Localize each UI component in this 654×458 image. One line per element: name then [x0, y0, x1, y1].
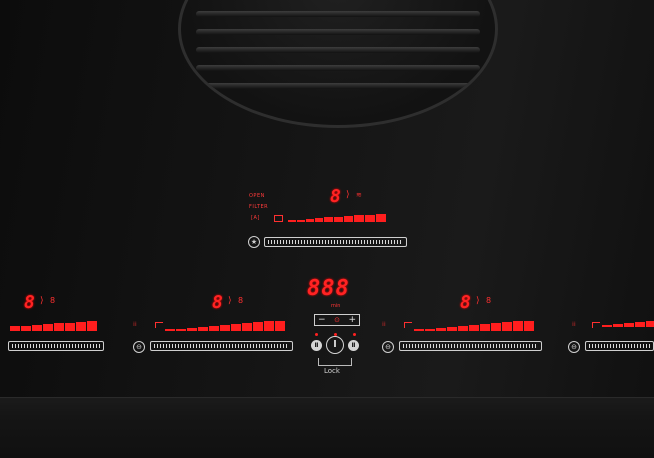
zone-right-bars [414, 321, 535, 331]
zone-left-slider[interactable] [150, 341, 293, 351]
zone-far-left-slider[interactable] [8, 341, 104, 351]
timer-plus-button[interactable]: + [348, 315, 356, 325]
hood-slider[interactable] [264, 237, 407, 247]
vent-fin [196, 29, 480, 35]
zone-far-right-slider[interactable] [585, 341, 654, 351]
vent-fin [196, 11, 480, 17]
induction-hob-panel: OPEN FILTER [A] 8 ⟩ ≋ ★ 888 min − ⊙ + Ⅱ … [0, 0, 654, 458]
timer-unit-label: min [331, 303, 341, 309]
hood-open-label: OPEN [249, 193, 265, 199]
boost-icon: ⟩ [476, 296, 480, 306]
pan-detect-icon: 8 [486, 296, 492, 305]
fan-icon: ≋ [356, 191, 362, 199]
pan-icon[interactable]: ⊖ [382, 341, 394, 353]
auto-heat-icon [155, 322, 163, 328]
lock-label[interactable]: Lock [324, 367, 340, 375]
hood-auto-icon [274, 215, 283, 222]
hood-star-icon[interactable]: ★ [248, 236, 260, 248]
hood-filter-label: FILTER [249, 204, 269, 210]
pan-detect-icon: 8 [238, 296, 244, 305]
lock-bracket [318, 358, 352, 366]
hood-auto-label: [A] [251, 215, 260, 221]
indicator-dot [353, 333, 356, 336]
vent-fin [196, 83, 480, 89]
bridge-icon: ⁞⁞ [382, 321, 386, 328]
downdraft-vent [178, 0, 498, 128]
zone-far-left-digit: 8 [24, 292, 36, 313]
zone-right-slider[interactable] [399, 341, 542, 351]
auto-heat-icon [404, 322, 412, 328]
boost-icon: ⟩ [346, 190, 350, 200]
pan-icon[interactable]: ⊖ [568, 341, 580, 353]
pan-icon[interactable]: ⊖ [133, 341, 145, 353]
zone-left-bars [165, 321, 286, 331]
stop-button[interactable]: Ⅱ [348, 340, 359, 351]
timer-control: − ⊙ + [314, 314, 360, 326]
boost-icon: ⟩ [228, 296, 232, 306]
pause-button[interactable]: Ⅱ [311, 340, 322, 351]
hob-front-edge [0, 397, 654, 458]
zone-far-right-bars [602, 321, 654, 327]
zone-left-digit: 8 [212, 292, 224, 313]
clock-icon[interactable]: ⊙ [334, 315, 340, 325]
zone-far-left-bars [10, 321, 98, 331]
hood-level-bars [288, 214, 387, 222]
hood-level-digit: 8 [330, 186, 342, 207]
boost-icon: ⟩ [40, 296, 44, 306]
zone-right-digit: 8 [460, 292, 472, 313]
pan-detect-icon: 8 [50, 296, 56, 305]
bridge-icon: ⁞⁞ [133, 321, 137, 328]
indicator-dot [315, 333, 318, 336]
timer-minus-button[interactable]: − [318, 315, 326, 325]
vent-fin [196, 47, 480, 53]
power-button[interactable]: I [326, 336, 344, 354]
auto-heat-icon [592, 322, 600, 328]
timer-display: 888 [307, 276, 350, 301]
vent-fin [196, 65, 480, 71]
bridge-icon: ⁞⁞ [572, 321, 576, 328]
